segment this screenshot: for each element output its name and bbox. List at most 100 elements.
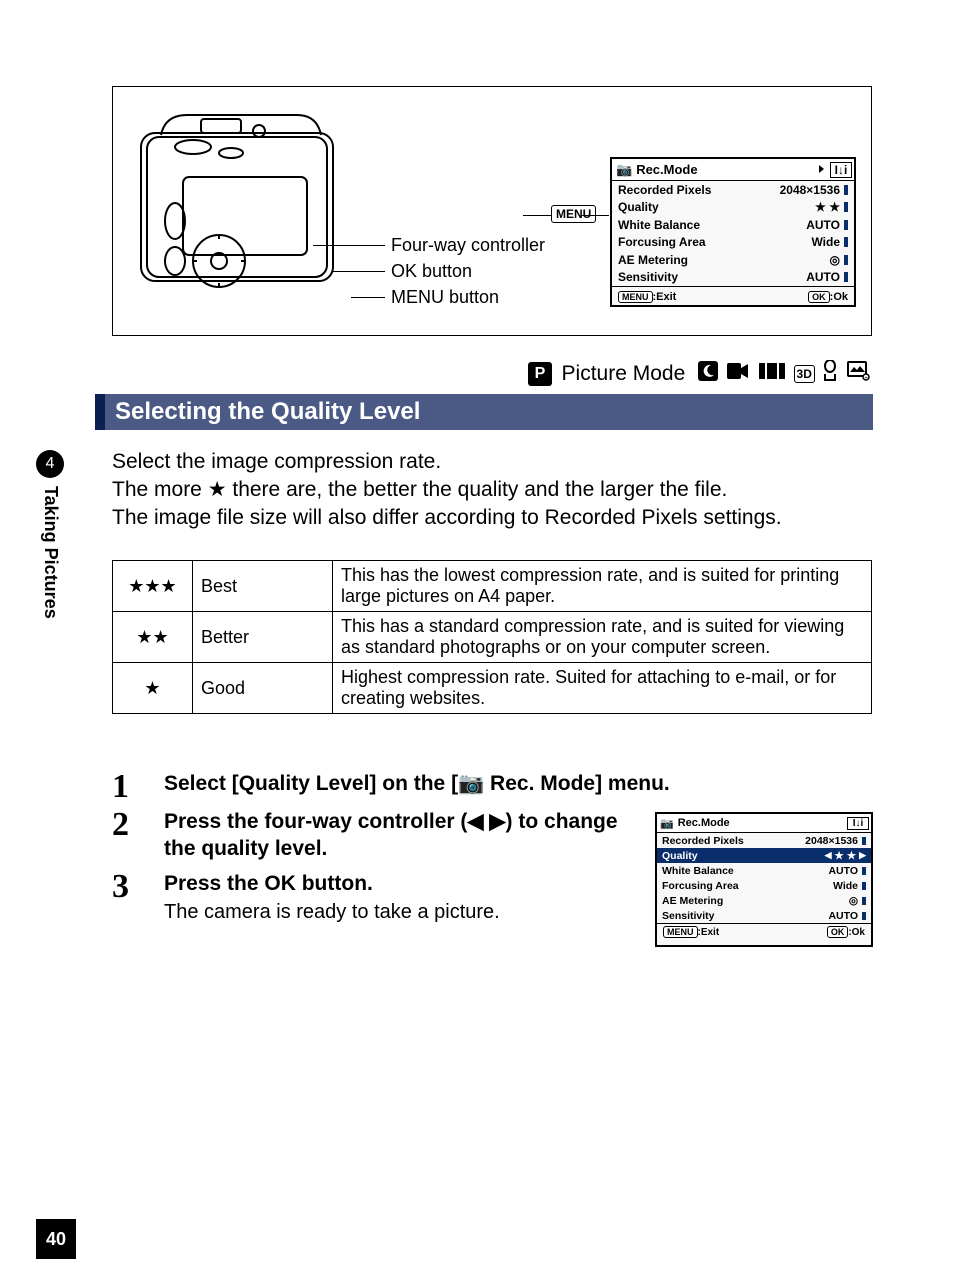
row-label: White Balance bbox=[662, 865, 734, 877]
label-four-way: Four-way controller bbox=[391, 235, 545, 256]
step-title: Press the OK button. bbox=[164, 870, 652, 897]
step: 2 Press the four-way controller (◀ ▶) to… bbox=[112, 808, 652, 863]
quality-table: ★★★ Best This has the lowest compression… bbox=[112, 560, 872, 714]
screen-rows: Recorded Pixels 2048×1536 Quality ★ ★ Whit… bbox=[612, 181, 854, 286]
program-mode-icon: P bbox=[528, 362, 552, 386]
scroll-indicator-icon bbox=[862, 867, 866, 875]
scroll-indicator-icon bbox=[844, 237, 848, 247]
leader-line bbox=[313, 245, 385, 246]
row-label: Sensitivity bbox=[618, 270, 678, 284]
row-value: 2048×1536 bbox=[805, 835, 858, 847]
star-icon: ★ bbox=[208, 478, 227, 501]
step: 1 Select [Quality Level] on the [📷 Rec. … bbox=[112, 770, 872, 797]
threed-mode-icon: 3D bbox=[794, 365, 815, 383]
row-value: AUTO bbox=[806, 218, 840, 232]
menu-tag-icon: MENU bbox=[551, 205, 596, 223]
ok-key-icon: OK bbox=[827, 926, 849, 938]
screen-header: 📷 Rec.Mode I↓i bbox=[657, 814, 871, 833]
footer-text: :Exit bbox=[698, 927, 720, 938]
triangle-right-icon: ▶ bbox=[859, 850, 866, 861]
scroll-indicator-icon bbox=[844, 220, 848, 230]
scroll-indicator-icon bbox=[862, 912, 866, 920]
step-title-text: Select [Quality Level] on the [ bbox=[164, 772, 458, 795]
intro-line-3: The image file size will also differ acc… bbox=[112, 504, 872, 531]
row-value: AUTO bbox=[828, 865, 858, 877]
filter-mode-icon: + bbox=[846, 360, 870, 388]
row-label: Forcusing Area bbox=[618, 235, 706, 249]
row-value: 2048×1536 bbox=[780, 183, 840, 197]
leader-line bbox=[351, 297, 385, 298]
chevron-right-icon bbox=[813, 164, 828, 176]
svg-text:+: + bbox=[864, 376, 868, 382]
table-row: ★★★ Best This has the lowest compression… bbox=[113, 561, 872, 612]
scroll-indicator-icon bbox=[844, 202, 848, 212]
row-value: ◎ bbox=[849, 895, 858, 907]
camera-screen-small: 📷 Rec.Mode I↓i Recorded Pixels2048×1536 … bbox=[655, 812, 873, 947]
row-value: Wide bbox=[833, 880, 858, 892]
row-label: Forcusing Area bbox=[662, 880, 739, 892]
page-number: 40 bbox=[36, 1219, 76, 1259]
figure-box: Four-way controller OK button MENU butto… bbox=[112, 86, 872, 336]
camera-illustration bbox=[131, 105, 351, 315]
section-label: Taking Pictures bbox=[40, 486, 61, 619]
camera-icon: 📷 bbox=[657, 817, 674, 830]
screen-title: Rec.Mode bbox=[674, 817, 845, 829]
intro-text: The more bbox=[112, 478, 208, 501]
row-label: Recorded Pixels bbox=[662, 835, 744, 847]
menu-key-icon: MENU bbox=[663, 926, 698, 938]
leader-line bbox=[523, 215, 551, 216]
scroll-indicator-icon bbox=[844, 272, 848, 282]
intro-line-2: The more ★ there are, the better the qua… bbox=[112, 476, 872, 503]
row-label: Sensitivity bbox=[662, 910, 715, 922]
screen-title: Rec.Mode bbox=[632, 162, 813, 177]
step-number: 3 bbox=[112, 870, 129, 904]
step-title: Select [Quality Level] on the [📷 Rec. Mo… bbox=[164, 770, 872, 797]
row-value: AUTO bbox=[806, 270, 840, 284]
row-value: ★ ★ bbox=[834, 850, 856, 862]
scroll-indicator-icon bbox=[862, 882, 866, 890]
ok-key-icon: OK bbox=[808, 291, 830, 303]
setup-tab-icon: I↓i bbox=[830, 162, 852, 178]
name-cell: Good bbox=[193, 663, 333, 714]
camera-icon: 📷 bbox=[458, 772, 484, 795]
footer-text: :Ok bbox=[830, 291, 848, 303]
leader-line bbox=[581, 215, 609, 216]
screen-rows: Recorded Pixels2048×1536 Quality◀ ★ ★ ▶ … bbox=[657, 833, 871, 923]
setup-tab-icon: I↓i bbox=[847, 817, 869, 830]
panorama-mode-icon bbox=[758, 362, 786, 386]
mode-label: Picture Mode bbox=[562, 362, 686, 385]
section-heading: Selecting the Quality Level bbox=[95, 394, 873, 430]
row-label: White Balance bbox=[618, 218, 700, 232]
row-label: AE Metering bbox=[662, 895, 723, 907]
row-label: Recorded Pixels bbox=[618, 183, 711, 197]
row-value: ★ ★ bbox=[815, 200, 840, 214]
table-row: ★ Good Highest compression rate. Suited … bbox=[113, 663, 872, 714]
desc-cell: Highest compression rate. Suited for att… bbox=[333, 663, 872, 714]
camera-screen: 📷 Rec.Mode I↓i Recorded Pixels2048×1536 … bbox=[610, 157, 856, 307]
stars-cell: ★★ bbox=[113, 612, 193, 663]
applicable-modes: P Picture Mode 3D + bbox=[350, 360, 870, 388]
label-menu-button: MENU button bbox=[391, 287, 499, 308]
leader-line bbox=[333, 271, 385, 272]
row-value: ◎ bbox=[830, 253, 840, 267]
row-value: Wide bbox=[811, 235, 840, 249]
step-title: Press the four-way controller (◀ ▶) to c… bbox=[164, 808, 644, 863]
footer-text: :Ok bbox=[848, 927, 865, 938]
intro-line-1: Select the image compression rate. bbox=[112, 448, 872, 475]
scroll-indicator-icon bbox=[862, 837, 866, 845]
label-ok-button: OK button bbox=[391, 261, 472, 282]
step-title-text: Rec. Mode] menu. bbox=[484, 772, 670, 795]
section-number-badge: 4 bbox=[36, 450, 64, 478]
row-label: Quality bbox=[618, 200, 659, 214]
screen-footer: MENU:Exit OK:Ok bbox=[612, 286, 854, 306]
row-label: AE Metering bbox=[618, 253, 688, 267]
step-text: The camera is ready to take a picture. bbox=[164, 899, 652, 926]
name-cell: Best bbox=[193, 561, 333, 612]
intro-text: there are, the better the quality and th… bbox=[227, 478, 728, 501]
movie-mode-icon bbox=[726, 360, 750, 388]
stars-cell: ★ bbox=[113, 663, 193, 714]
desc-cell: This has the lowest compression rate, an… bbox=[333, 561, 872, 612]
step-number: 1 bbox=[112, 770, 129, 804]
desc-cell: This has a standard compression rate, an… bbox=[333, 612, 872, 663]
scroll-indicator-icon bbox=[844, 255, 848, 265]
